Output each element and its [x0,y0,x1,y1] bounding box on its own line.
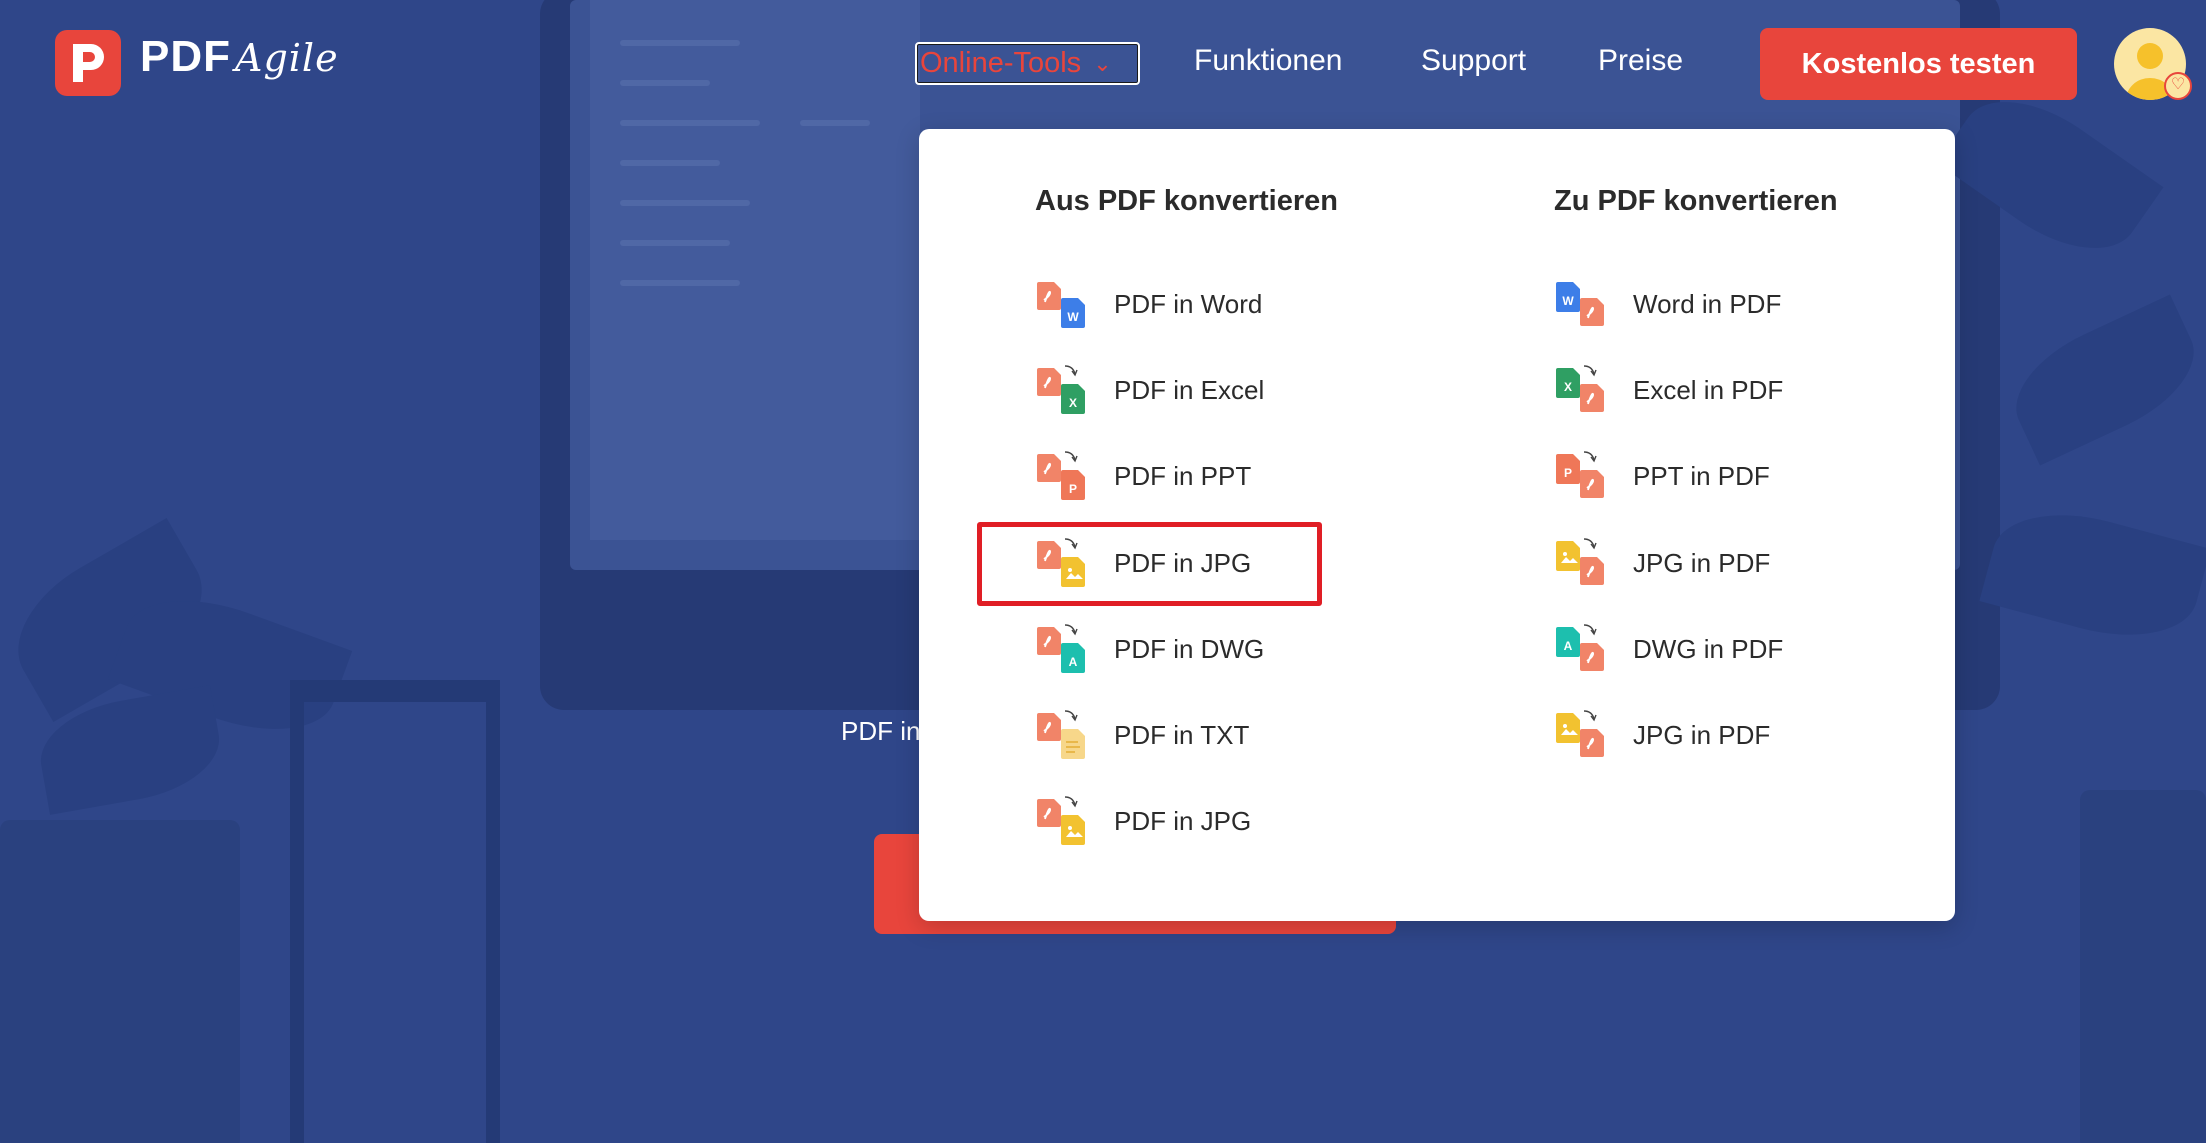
background-line [620,200,750,206]
dwg-to-pdf-icon: A [1554,621,1610,677]
chevron-down-icon: ⌄ [1093,50,1112,76]
dropdown-item[interactable]: W Word in PDF [1554,276,1854,332]
online-tools-dropdown: Aus PDF konvertieren W PDF in Word X PDF in… [919,129,1955,921]
nav-support[interactable]: Support [1421,44,1526,78]
to-pdf-title: Zu PDF konvertieren [1554,185,1838,217]
nav-online-tools-label: Online-Tools [920,47,1082,79]
dropdown-item-label: Excel in PDF [1633,374,1784,405]
dropdown-item-label: PDF in PPT [1114,460,1252,491]
dropdown-item-label: PPT in PDF [1633,460,1770,491]
logo-script-text: Agile [235,36,339,80]
pdf-to-txt-icon [1035,707,1091,763]
svg-text:W: W [1067,310,1079,324]
logo-icon[interactable] [55,30,121,96]
dropdown-item-label: PDF in DWG [1114,633,1265,664]
dropdown-item[interactable]: A DWG in PDF [1554,621,1854,677]
jpg-to-pdf-icon [1554,535,1610,591]
dropdown-item-label: PDF in TXT [1114,719,1250,750]
pdf-to-excel-icon: X [1035,362,1091,418]
dropdown-item[interactable]: PDF in TXT [1035,707,1335,763]
dropdown-item[interactable]: X Excel in PDF [1554,362,1854,418]
dropdown-item[interactable]: PDF in JPG [1035,535,1335,591]
dropdown-item[interactable]: PDF in JPG [1035,793,1335,849]
background-line [620,160,720,166]
nav-pricing[interactable]: Preise [1598,44,1683,78]
word-to-pdf-icon: W [1554,276,1610,332]
dropdown-item[interactable]: X PDF in Excel [1035,362,1335,418]
try-free-button[interactable]: Kostenlos testen [1760,28,2077,100]
dropdown-item[interactable]: JPG in PDF [1554,707,1854,763]
dropdown-item-label: PDF in JPG [1114,805,1252,836]
pdf-to-dwg-icon: A [1035,621,1091,677]
logo-wordmark[interactable]: PDF Agile [140,32,339,82]
dropdown-item[interactable]: W PDF in Word [1035,276,1335,332]
heart-icon: ♡ [2164,72,2192,100]
background-line [620,280,740,286]
svg-text:W: W [1562,294,1574,308]
svg-text:P: P [1069,482,1077,496]
dropdown-item-label: PDF in Word [1114,288,1263,319]
pdf-to-ppt-icon: P [1035,448,1091,504]
background-line [620,240,730,246]
dropdown-item-label: PDF in Excel [1114,374,1265,405]
dropdown-item-label: Word in PDF [1633,288,1782,319]
logo-brand-text: PDF [140,32,231,81]
jpg-to-pdf-icon [1554,707,1610,763]
excel-to-pdf-icon: X [1554,362,1610,418]
dropdown-item-label: JPG in PDF [1633,547,1771,578]
site-header: PDF Agile Online-Tools ⌄ Funktionen Supp… [0,0,2206,130]
svg-text:A: A [1564,639,1573,653]
nav-online-tools[interactable]: Online-Tools ⌄ [915,42,1140,85]
background-plant-leaf [1979,494,2206,656]
pdf-to-jpg-icon [1035,535,1091,591]
dropdown-item-label: JPG in PDF [1633,719,1771,750]
background-pot [0,820,240,1143]
svg-text:X: X [1069,396,1077,410]
ppt-to-pdf-icon: P [1554,448,1610,504]
dropdown-item[interactable]: JPG in PDF [1554,535,1854,591]
pdf-to-word-icon: W [1035,276,1091,332]
dropdown-item[interactable]: P PPT in PDF [1554,448,1854,504]
pdf-to-jpg-icon [1035,793,1091,849]
from-pdf-title: Aus PDF konvertieren [1035,185,1338,217]
dropdown-item[interactable]: A PDF in DWG [1035,621,1335,677]
svg-text:A: A [1069,655,1078,669]
svg-text:X: X [1564,380,1572,394]
background-plant-leaf [1997,294,2206,466]
dropdown-item-label: PDF in JPG [1114,547,1252,578]
background-hourglass [290,680,500,1143]
dropdown-item[interactable]: P PDF in PPT [1035,448,1335,504]
dropdown-item-label: DWG in PDF [1633,633,1784,664]
background-pot [2080,790,2206,1143]
nav-features[interactable]: Funktionen [1194,44,1342,78]
svg-text:P: P [1564,466,1572,480]
hero-text: PDF in [841,716,921,746]
